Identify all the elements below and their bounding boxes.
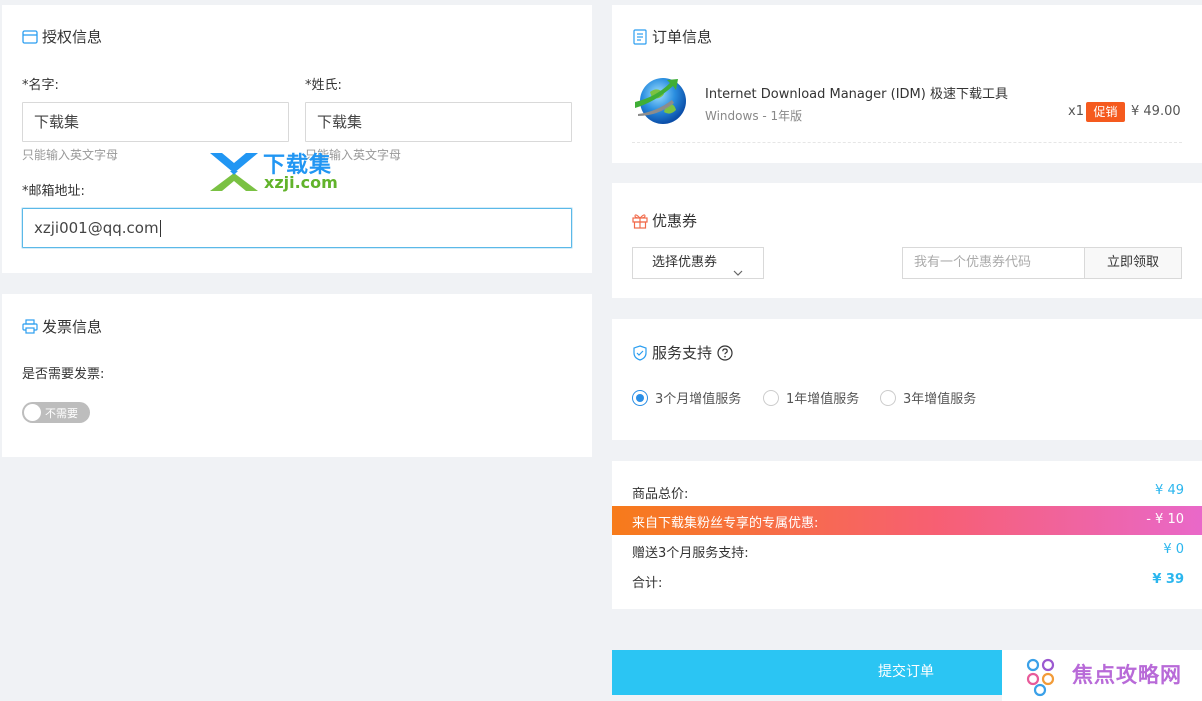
toggle-label: 不需要	[45, 407, 78, 420]
gift-icon	[632, 213, 648, 229]
first-name-hint: 只能输入英文字母	[22, 148, 119, 162]
service-title-text: 服务支持	[652, 344, 713, 362]
license-title: 授权信息	[22, 26, 102, 47]
last-name-label: *姓氏:	[305, 78, 342, 93]
summary-panel: 商品总价: ¥ 49 来自下载集粉丝专享的专属优惠: - ¥ 10 赠送3个月服…	[612, 461, 1202, 609]
xzji-watermark: 下载集 xzji.com	[206, 151, 356, 193]
email-label: *邮箱地址:	[22, 184, 85, 199]
gift-row: 赠送3个月服务支持: ¥ 0	[612, 536, 1202, 565]
submit-order-label: 提交订单	[878, 664, 934, 680]
total-value: ¥ 39	[1152, 572, 1184, 587]
xzji-logo-icon	[210, 153, 258, 191]
last-name-field[interactable]: 下载集	[305, 102, 572, 142]
gift-label: 赠送3个月服务支持:	[632, 546, 749, 561]
text-cursor	[159, 220, 161, 237]
service-option-label: 3个月增值服务	[655, 392, 742, 407]
discount-value: - ¥ 10	[1146, 512, 1184, 527]
email-value: xzji001@qq.com	[34, 219, 159, 237]
jiaodian-watermark-text: 焦点攻略网	[1072, 663, 1182, 687]
coupon-select[interactable]: 选择优惠券	[632, 247, 764, 279]
radio-dot	[763, 389, 779, 406]
service-option-3-years[interactable]: 3年增值服务	[880, 388, 976, 407]
license-panel: 授权信息 *名字: 下载集 只能输入英文字母 *姓氏: 下载集 只能输入英文字母…	[2, 5, 592, 273]
gift-value: ¥ 0	[1163, 542, 1184, 557]
coupon-code-input[interactable]: 我有一个优惠券代码	[902, 247, 1085, 279]
service-option-3-months[interactable]: 3个月增值服务	[632, 388, 741, 407]
radio-dot	[880, 389, 896, 406]
card-icon	[22, 29, 38, 45]
printer-icon	[22, 319, 38, 335]
product-qty: x1	[1068, 104, 1084, 119]
order-divider	[632, 142, 1182, 143]
service-option-1-year[interactable]: 1年增值服务	[763, 388, 859, 407]
coupon-code-placeholder: 我有一个优惠券代码	[914, 255, 1032, 270]
product-name: Internet Download Manager (IDM) 极速下载工具	[705, 87, 1008, 102]
toggle-knob	[24, 404, 41, 421]
product-desc: Windows - 1年版	[705, 109, 803, 123]
help-icon[interactable]	[717, 344, 733, 361]
coupon-title: 优惠券	[632, 210, 697, 231]
radio-dot	[632, 389, 648, 406]
discount-label: 来自下载集粉丝专享的专属优惠:	[632, 516, 819, 531]
claim-button[interactable]: 立即领取	[1084, 247, 1182, 279]
email-field[interactable]: xzji001@qq.com	[22, 208, 572, 248]
subtotal-value: ¥ 49	[1155, 483, 1184, 498]
idm-product-icon	[632, 74, 692, 130]
service-panel: 服务支持 3个月增值服务 1年增值服务 3年增值服务	[612, 319, 1202, 440]
shield-icon	[632, 344, 648, 361]
total-row: 合计: ¥ 39	[612, 566, 1202, 595]
first-name-label: *名字:	[22, 78, 59, 93]
first-name-field[interactable]: 下载集	[22, 102, 289, 142]
promo-badge: 促销	[1086, 102, 1125, 122]
order-panel: 订单信息 Internet Download Manager (IDM) 极速下…	[612, 5, 1202, 163]
license-title-text: 授权信息	[42, 28, 103, 46]
invoice-question: 是否需要发票:	[22, 367, 105, 382]
subtotal-row: 商品总价: ¥ 49	[612, 477, 1202, 506]
invoice-title: 发票信息	[22, 316, 102, 337]
order-title-text: 订单信息	[652, 28, 713, 46]
service-option-label: 3年增值服务	[903, 392, 977, 407]
product-price: ¥ 49.00	[1131, 104, 1181, 119]
invoice-panel: 发票信息 是否需要发票: 不需要	[2, 294, 592, 457]
jiaodian-logo-icon	[1026, 658, 1055, 697]
invoice-title-text: 发票信息	[42, 318, 103, 336]
total-label: 合计:	[632, 576, 663, 591]
discount-row: 来自下载集粉丝专享的专属优惠: - ¥ 10	[612, 506, 1202, 535]
coupon-title-text: 优惠券	[652, 212, 698, 230]
service-title: 服务支持	[632, 342, 733, 363]
invoice-toggle[interactable]: 不需要	[22, 402, 90, 423]
coupon-panel: 优惠券 选择优惠券 我有一个优惠券代码 立即领取	[612, 183, 1202, 298]
coupon-select-label: 选择优惠券	[652, 255, 718, 270]
jiaodian-watermark: 焦点攻略网	[1002, 650, 1202, 701]
subtotal-label: 商品总价:	[632, 487, 689, 502]
order-title: 订单信息	[632, 26, 712, 47]
receipt-icon	[632, 28, 648, 45]
xzji-watermark-domain: xzji.com	[264, 173, 338, 192]
chevron-down-icon	[733, 259, 743, 289]
service-option-label: 1年增值服务	[786, 392, 860, 407]
